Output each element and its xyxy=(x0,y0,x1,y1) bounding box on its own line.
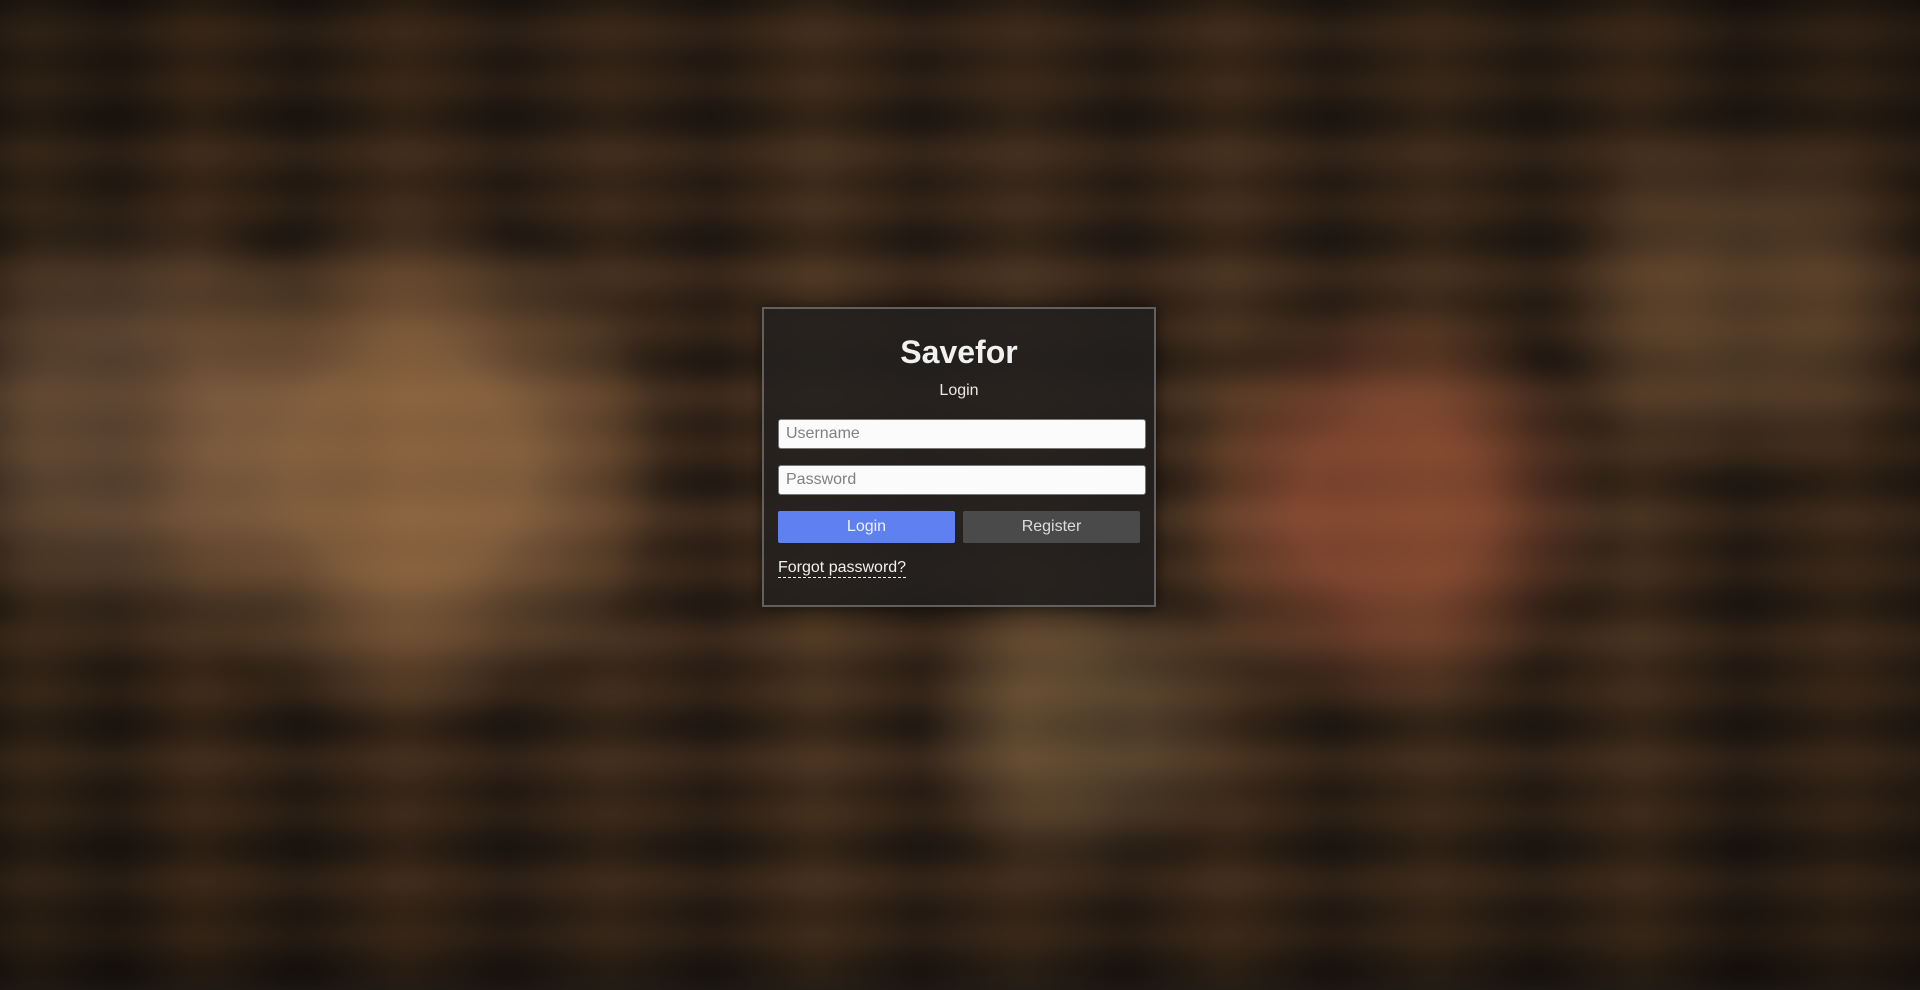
auth-buttons: Login Register xyxy=(778,511,1140,543)
forgot-password-link[interactable]: Forgot password? xyxy=(778,559,907,578)
app-title: Savefor xyxy=(900,334,1018,370)
login-heading: Login xyxy=(939,382,979,399)
login-button[interactable]: Login xyxy=(778,511,955,543)
password-input[interactable] xyxy=(778,465,1146,495)
register-button[interactable]: Register xyxy=(963,511,1140,543)
username-input[interactable] xyxy=(778,419,1146,449)
login-panel: Savefor Login Login Register Forgot pass… xyxy=(762,307,1156,607)
